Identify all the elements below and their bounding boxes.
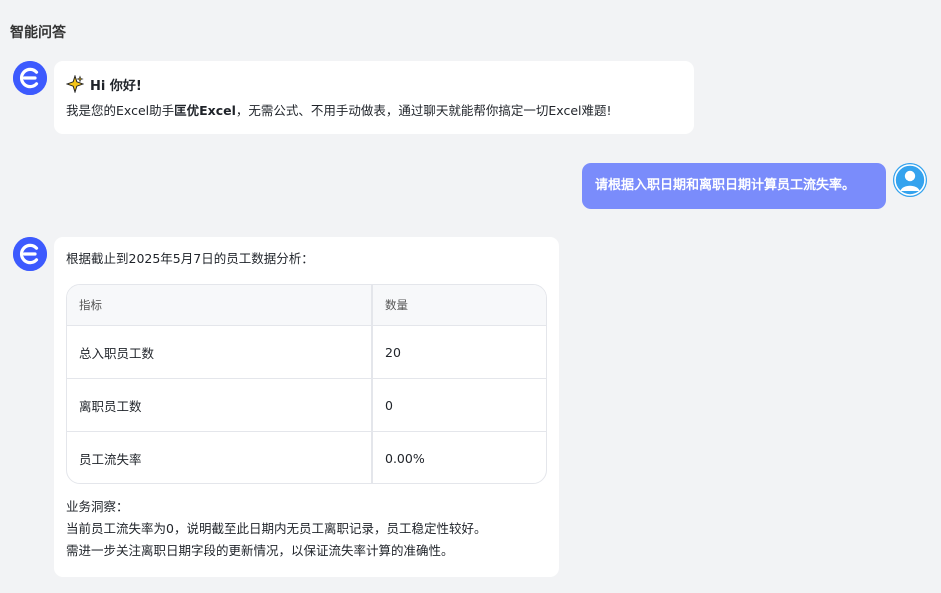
table-cell: 0 bbox=[372, 378, 546, 432]
insight-line: 需进一步关注离职日期字段的更新情况，以保证流失率计算的准确性。 bbox=[66, 543, 454, 558]
greeting-brand: 匡优Excel bbox=[174, 103, 236, 118]
table-cell: 员工流失率 bbox=[67, 431, 373, 483]
column-header: 指标 bbox=[67, 285, 373, 326]
insight-title: 业务洞察： bbox=[66, 499, 129, 514]
bot-logo-icon bbox=[13, 61, 47, 95]
bot-logo-icon bbox=[13, 237, 47, 271]
bot-avatar bbox=[13, 237, 47, 271]
table-cell: 20 bbox=[372, 325, 546, 379]
table-row: 离职员工数 0 bbox=[67, 378, 546, 432]
greeting-text: 我是您的Excel助手匡优Excel，无需公式、不用手动做表，通过聊天就能帮你搞… bbox=[66, 102, 682, 120]
greeting-title: Hi 你好! bbox=[66, 74, 682, 94]
page-title: 智能问答 bbox=[10, 25, 66, 41]
chat-page: 智能问答 Hi 你好! 我是您的Excel助手匡优Excel，无需公式、不用手动… bbox=[0, 0, 941, 593]
answer-intro: 根据截止到2025年5月7日的员工数据分析： bbox=[66, 251, 314, 266]
greeting-prefix: 我是您的Excel助手 bbox=[66, 103, 175, 118]
bot-avatar bbox=[13, 61, 47, 95]
column-header: 数量 bbox=[372, 285, 546, 326]
table-cell: 0.00% bbox=[385, 450, 425, 466]
table-cell: 离职员工数 bbox=[67, 378, 373, 432]
greeting-message: Hi 你好! 我是您的Excel助手匡优Excel，无需公式、不用手动做表，通过… bbox=[54, 61, 694, 134]
table-row: 员工流失率 0.00% bbox=[67, 431, 546, 483]
answer-message: 根据截止到2025年5月7日的员工数据分析： 指标 数量 总入职员工数 20 离… bbox=[54, 237, 559, 577]
user-avatar bbox=[893, 163, 927, 197]
greeting-suffix: ，无需公式、不用手动做表，通过聊天就能帮你搞定一切Excel难题! bbox=[235, 103, 612, 118]
business-insight: 业务洞察： 当前员工流失率为0，说明截至此日期内无员工离职记录，员工稳定性较好。… bbox=[66, 496, 486, 562]
insight-line: 当前员工流失率为0，说明截至此日期内无员工离职记录，员工稳定性较好。 bbox=[66, 521, 487, 536]
table-row: 总入职员工数 20 bbox=[67, 325, 546, 379]
sparkle-icon bbox=[66, 75, 84, 93]
result-table: 指标 数量 总入职员工数 20 离职员工数 0 员工流失率 0.00% bbox=[66, 284, 547, 484]
table-cell: 总入职员工数 bbox=[67, 325, 373, 379]
table-header-row: 指标 数量 bbox=[67, 285, 546, 326]
user-message: 请根据入职日期和离职日期计算员工流失率。 bbox=[582, 163, 886, 209]
user-person-icon bbox=[893, 163, 927, 197]
greeting-hi: Hi 你好! bbox=[90, 78, 142, 94]
